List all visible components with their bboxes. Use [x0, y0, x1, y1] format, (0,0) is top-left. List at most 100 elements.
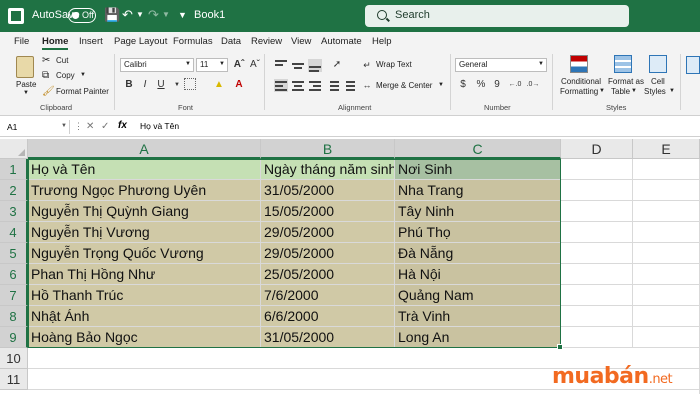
- redo-icon[interactable]: ↷: [148, 7, 159, 23]
- increase-decimal-icon[interactable]: ←.0: [508, 78, 522, 92]
- copy-dropdown-icon[interactable]: ▼: [80, 72, 86, 78]
- fill-color-icon[interactable]: ▲: [212, 78, 226, 92]
- format-as-table-button[interactable]: Format as: [608, 77, 644, 86]
- row-header[interactable]: 4: [0, 222, 28, 243]
- copy-button[interactable]: Copy: [56, 71, 75, 80]
- name-box-dropdown-icon[interactable]: ▼: [61, 123, 67, 129]
- increase-indent-icon[interactable]: [342, 79, 356, 92]
- cell-c8[interactable]: Trà Vinh: [395, 306, 561, 327]
- format-as-table-icon[interactable]: [614, 55, 632, 73]
- tab-review[interactable]: Review: [251, 36, 282, 47]
- table-dropdown-icon[interactable]: ▼: [631, 88, 637, 94]
- cell-c4[interactable]: Phú Thọ: [395, 222, 561, 243]
- cell-c2[interactable]: Nha Trang: [395, 180, 561, 201]
- cell-a9[interactable]: Hoàng Bảo Ngọc: [28, 327, 261, 348]
- conditional-formatting-icon[interactable]: [570, 55, 588, 73]
- cell-b7[interactable]: 7/6/2000: [261, 285, 395, 306]
- conditional-formatting-button[interactable]: Conditional: [561, 77, 601, 86]
- empty-cells-d[interactable]: [561, 159, 633, 348]
- percent-button[interactable]: %: [474, 78, 488, 92]
- decrease-font-icon[interactable]: Aˇ: [248, 58, 262, 72]
- font-color-icon[interactable]: A: [232, 78, 246, 92]
- cell-b8[interactable]: 6/6/2000: [261, 306, 395, 327]
- cell-a3[interactable]: Nguyễn Thị Quỳnh Giang: [28, 201, 261, 222]
- cut-button[interactable]: Cut: [56, 56, 68, 65]
- tab-file[interactable]: File: [14, 36, 29, 47]
- cell-b9[interactable]: 31/05/2000: [261, 327, 395, 348]
- cell-b6[interactable]: 25/05/2000: [261, 264, 395, 285]
- paste-button[interactable]: Paste: [16, 80, 36, 89]
- cell-a2[interactable]: Trương Ngọc Phương Uyên: [28, 180, 261, 201]
- cell-styles-icon[interactable]: [649, 55, 667, 73]
- row-header[interactable]: 11: [0, 369, 28, 390]
- cell-a8[interactable]: Nhật Ánh: [28, 306, 261, 327]
- insert-cells-icon[interactable]: [686, 56, 700, 74]
- align-center-icon[interactable]: [291, 79, 305, 92]
- bold-button[interactable]: B: [122, 78, 136, 92]
- font-name-select[interactable]: Calibri ▼: [120, 58, 194, 72]
- row-header[interactable]: 8: [0, 306, 28, 327]
- decrease-indent-icon[interactable]: [326, 79, 340, 92]
- formula-input[interactable]: Họ và Tên: [140, 121, 179, 131]
- tab-home[interactable]: Home: [42, 36, 69, 50]
- cancel-icon[interactable]: ✕: [86, 121, 94, 132]
- cell-a7[interactable]: Hồ Thanh Trúc: [28, 285, 261, 306]
- cell-styles-button[interactable]: Cell: [651, 77, 665, 86]
- cell-a1[interactable]: Họ và Tên: [28, 159, 261, 180]
- customize-toolbar-icon[interactable]: ▼: [178, 7, 187, 23]
- tab-insert[interactable]: Insert: [79, 36, 103, 47]
- cell-a6[interactable]: Phan Thị Hồng Như: [28, 264, 261, 285]
- row-header[interactable]: 9: [0, 327, 28, 348]
- paste-icon[interactable]: [16, 56, 34, 78]
- tab-automate[interactable]: Automate: [321, 36, 362, 47]
- undo-dropdown-icon[interactable]: ▼: [136, 7, 144, 23]
- comma-button[interactable]: 9: [490, 78, 504, 92]
- enter-icon[interactable]: ✓: [101, 121, 109, 132]
- tab-page-layout[interactable]: Page Layout: [114, 36, 167, 47]
- italic-button[interactable]: I: [138, 78, 152, 92]
- tab-view[interactable]: View: [291, 36, 311, 47]
- cell-b5[interactable]: 29/05/2000: [261, 243, 395, 264]
- row-header[interactable]: 3: [0, 201, 28, 222]
- underline-button[interactable]: U: [154, 78, 168, 92]
- wrap-text-button[interactable]: Wrap Text: [376, 60, 412, 69]
- cell-styles-dropdown-icon[interactable]: ▼: [669, 88, 675, 94]
- tab-data[interactable]: Data: [221, 36, 241, 47]
- cell-c3[interactable]: Tây Ninh: [395, 201, 561, 222]
- align-left-icon[interactable]: [274, 79, 288, 92]
- align-right-icon[interactable]: [308, 79, 322, 92]
- orientation-icon[interactable]: ➚: [330, 58, 344, 72]
- increase-font-icon[interactable]: Aˆ: [232, 58, 246, 72]
- row-header[interactable]: 5: [0, 243, 28, 264]
- decrease-decimal-icon[interactable]: .0→: [526, 78, 540, 92]
- redo-dropdown-icon[interactable]: ▼: [162, 7, 170, 23]
- borders-icon[interactable]: [184, 78, 196, 90]
- tab-help[interactable]: Help: [372, 36, 392, 47]
- format-painter-button[interactable]: Format Painter: [56, 87, 109, 96]
- row-header[interactable]: 10: [0, 348, 28, 369]
- empty-cells-e[interactable]: [633, 159, 700, 348]
- merge-center-button[interactable]: Merge & Center: [376, 81, 432, 90]
- select-all-button[interactable]: [0, 139, 28, 159]
- row-header[interactable]: 2: [0, 180, 28, 201]
- currency-button[interactable]: $: [456, 78, 470, 92]
- conditional-dropdown-icon[interactable]: ▼: [599, 88, 605, 94]
- align-middle-icon[interactable]: [291, 59, 305, 72]
- font-size-select[interactable]: 11 ▼: [196, 58, 228, 72]
- fill-handle[interactable]: [557, 344, 563, 350]
- undo-icon[interactable]: ↶: [122, 7, 133, 23]
- column-header-b[interactable]: B: [261, 139, 395, 159]
- name-box[interactable]: A1: [2, 120, 70, 134]
- paste-dropdown-icon[interactable]: ▼: [23, 90, 29, 96]
- cell-b2[interactable]: 31/05/2000: [261, 180, 395, 201]
- cell-c5[interactable]: Đà Nẵng: [395, 243, 561, 264]
- merge-dropdown-icon[interactable]: ▼: [438, 82, 444, 88]
- column-header-a[interactable]: A: [28, 139, 261, 159]
- align-bottom-icon[interactable]: [308, 59, 322, 72]
- cell-c7[interactable]: Quảng Nam: [395, 285, 561, 306]
- insert-function-button[interactable]: fx: [118, 120, 127, 131]
- tab-formulas[interactable]: Formulas: [173, 36, 213, 47]
- search-input[interactable]: Search: [365, 5, 629, 27]
- cell-a4[interactable]: Nguyễn Thị Vương: [28, 222, 261, 243]
- cell-b1[interactable]: Ngày tháng năm sinh: [261, 159, 395, 180]
